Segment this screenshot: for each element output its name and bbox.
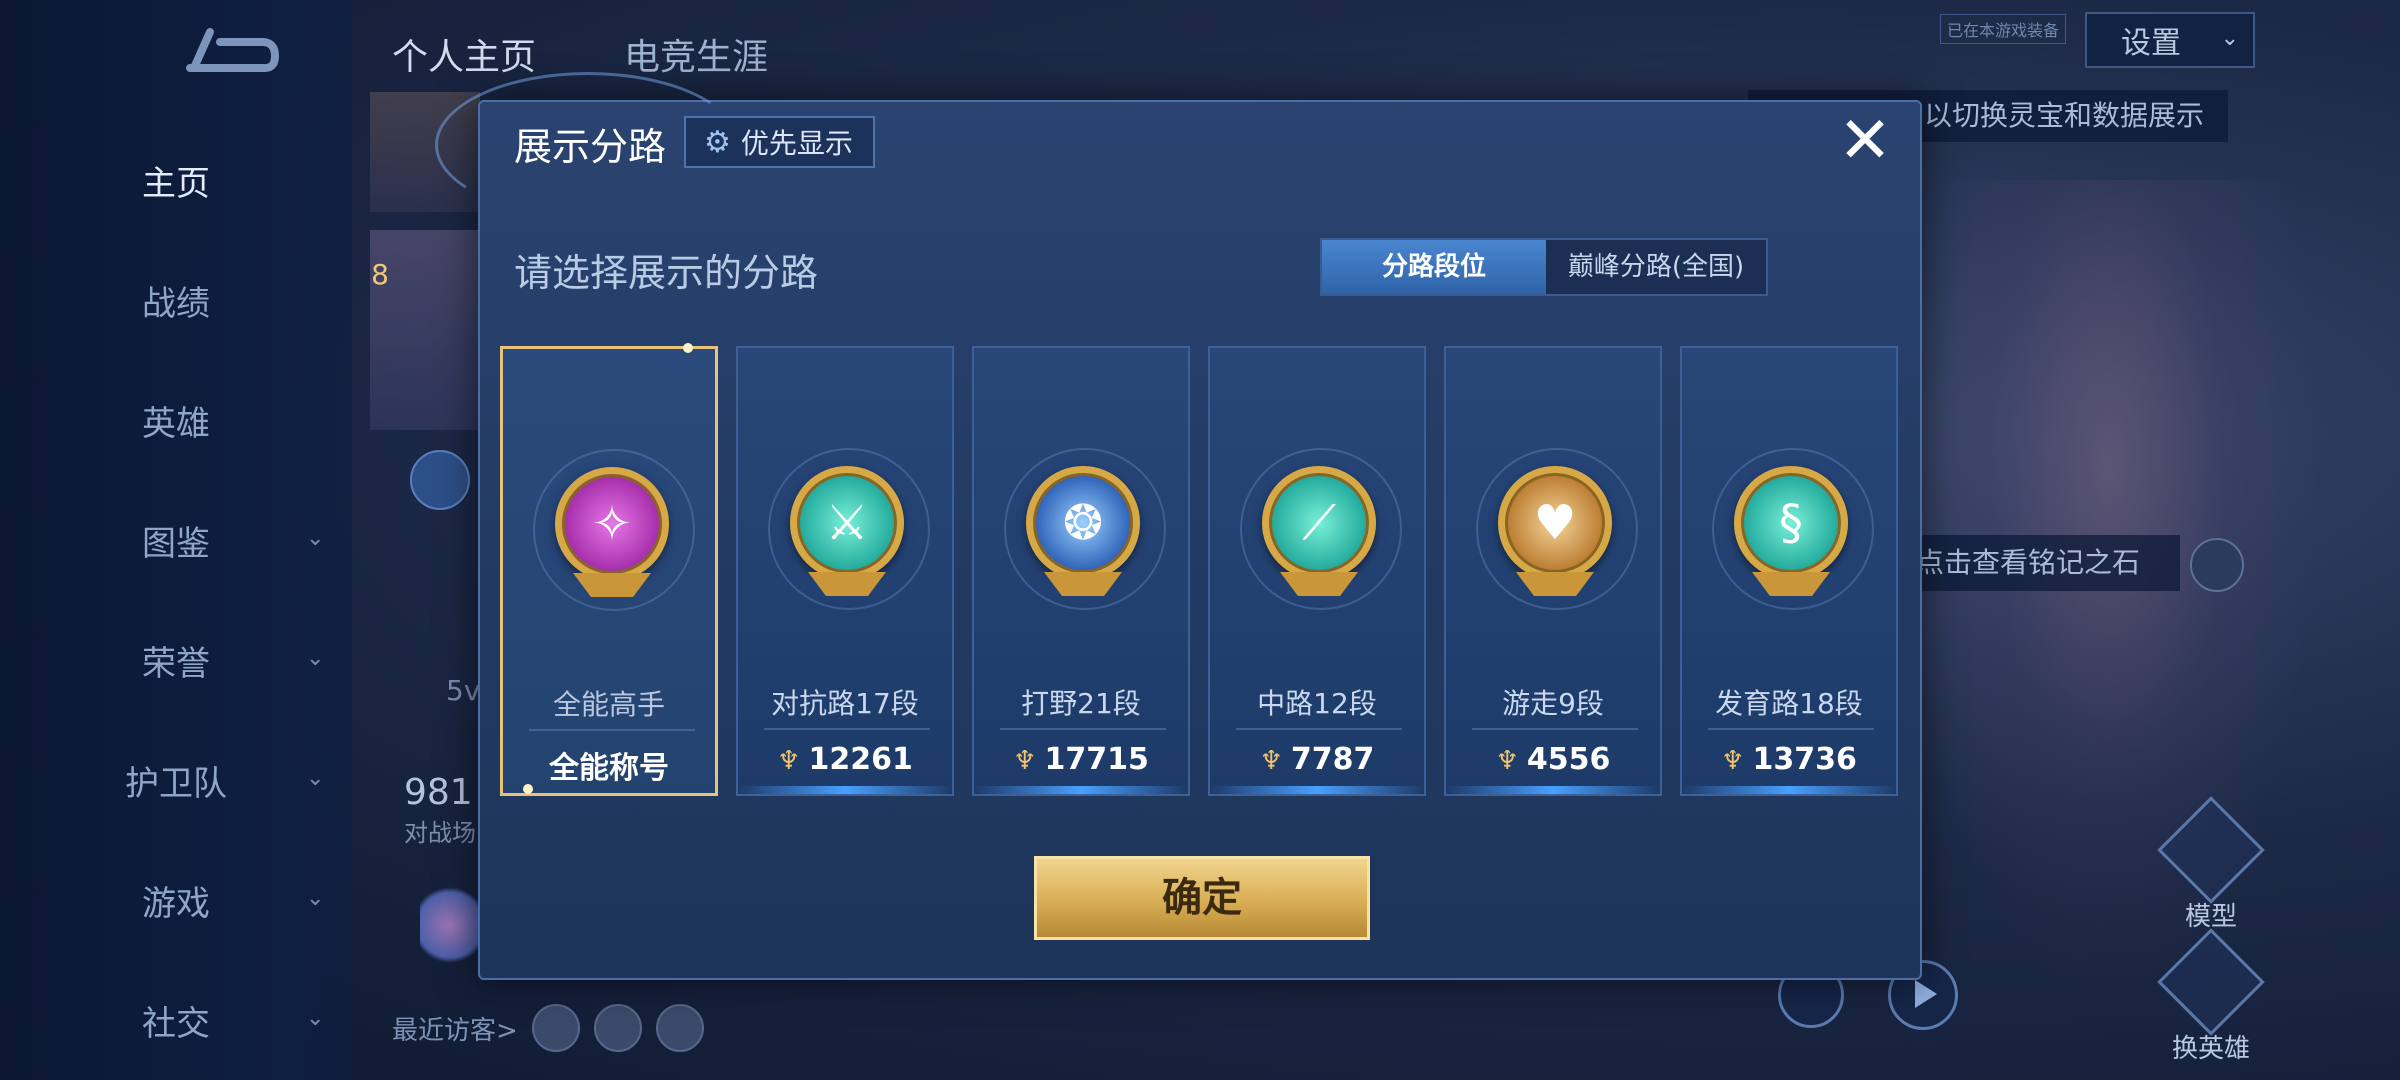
chevron-down-icon: ⌄ <box>306 766 325 791</box>
clash-lane-badge-icon: ⚔ <box>790 466 904 580</box>
level-badge: 8 <box>371 258 389 291</box>
mid-lane-badge-icon: ⟋ <box>1262 466 1376 580</box>
visitor-avatar[interactable] <box>655 1004 704 1052</box>
rank-points-icon: ♆ <box>1013 746 1037 776</box>
sidebar-item-guard[interactable]: 护卫队 ⌄ <box>0 750 352 810</box>
profile-tabs: 个人主页 电竞生涯 <box>392 28 768 80</box>
farm-lane-badge-icon: § <box>1734 466 1848 580</box>
change-hero-icon <box>2157 928 2265 1036</box>
dialog-subtitle: 请选择展示的分路 <box>514 251 819 295</box>
mascot-image <box>420 880 480 970</box>
lane-card-farm[interactable]: § 发育路18段 ♆ 13736 <box>1680 346 1898 796</box>
badge-base <box>1516 572 1594 598</box>
match-count: 981 对战场 <box>404 772 476 847</box>
gear-icon: ⚙ <box>704 124 731 160</box>
model-icon <box>2157 796 2265 904</box>
lane-points: 7787 <box>1290 742 1375 777</box>
tab-esports-career[interactable]: 电竞生涯 <box>624 28 768 80</box>
sidebar-item-home[interactable]: 主页 <box>0 150 352 210</box>
badge-base <box>1752 572 1830 598</box>
settings-button[interactable]: 设置 ⌄ <box>2085 12 2255 68</box>
chevron-down-icon: ⌄ <box>306 886 325 911</box>
card-glow <box>1210 786 1424 794</box>
lane-card-clash[interactable]: ⚔ 对抗路17段 ♆ 12261 <box>736 346 954 796</box>
chevron-down-icon: ⌄ <box>306 1006 325 1031</box>
sidebar-item-heroes[interactable]: 英雄 <box>0 390 352 450</box>
divider <box>1000 728 1166 730</box>
jungle-badge-icon: ❂ <box>1026 466 1140 580</box>
inscription-stone-icon[interactable] <box>2190 538 2244 592</box>
mode-text: 5v <box>446 674 481 707</box>
badge-base <box>808 572 886 598</box>
chevron-down-icon: ⌄ <box>2220 26 2239 51</box>
all-round-badge-icon: ✧ <box>555 467 669 581</box>
skill-icon[interactable] <box>410 450 470 510</box>
lane-display-dialog: 展示分路 ⚙ 优先显示 ✕ 请选择展示的分路 分路段位 巅峰分路(全国) ✧ 全… <box>435 72 1922 980</box>
profile-banner <box>370 92 480 212</box>
card-glow <box>1682 786 1896 794</box>
rank-type-toggle: 分路段位 巅峰分路(全国) <box>1320 238 1768 296</box>
lane-card-roam[interactable]: ♥ 游走9段 ♆ 4556 <box>1444 346 1662 796</box>
close-button[interactable]: ✕ <box>1834 109 1896 174</box>
roam-badge-icon: ♥ <box>1498 466 1612 580</box>
sidebar-item-games[interactable]: 游戏 ⌄ <box>0 870 352 930</box>
chevron-down-icon: ⌄ <box>306 526 325 551</box>
badge-base <box>1280 572 1358 598</box>
lane-points: 17715 <box>1044 742 1149 777</box>
tab-personal-home[interactable]: 个人主页 <box>392 28 536 80</box>
lane-title-value: 全能称号 <box>549 751 669 786</box>
visitor-avatar[interactable] <box>531 1004 580 1052</box>
equipped-badge: 已在本游戏装备 <box>1940 14 2067 44</box>
badge-base <box>573 573 651 599</box>
lane-points: 4556 <box>1526 742 1611 777</box>
lane-points: 12261 <box>808 742 913 777</box>
back-arrow-icon[interactable] <box>180 28 280 84</box>
divider <box>764 728 930 730</box>
divider <box>1708 728 1874 730</box>
divider <box>529 729 695 731</box>
divider <box>1472 728 1638 730</box>
card-glow <box>1446 786 1660 794</box>
lane-card-list: ✧ 全能高手 全能称号 ⚔ 对抗路17段 ♆ 12261 ❂ 打野21段 ♆ 177… <box>500 343 1900 796</box>
sidebar-item-honor[interactable]: 荣誉 ⌄ <box>0 630 352 690</box>
rank-points-icon: ♆ <box>1495 746 1519 776</box>
sidebar: 主页 战绩 英雄 图鉴 ⌄ 荣誉 ⌄ 护卫队 ⌄ 游戏 ⌄ 社交 ⌄ <box>0 0 352 1080</box>
sidebar-item-codex[interactable]: 图鉴 ⌄ <box>0 510 352 570</box>
lane-card-mid[interactable]: ⟋ 中路12段 ♆ 7787 <box>1208 346 1426 796</box>
model-button[interactable]: 模型 <box>2156 796 2266 933</box>
lane-card-all-round[interactable]: ✧ 全能高手 全能称号 <box>500 343 718 796</box>
card-glow <box>974 786 1188 794</box>
divider <box>1236 728 1402 730</box>
recent-visitors[interactable]: 最近访客> <box>392 1004 704 1052</box>
sidebar-item-social[interactable]: 社交 ⌄ <box>0 990 352 1050</box>
confirm-button[interactable]: 确定 <box>1034 856 1370 940</box>
tab-lane-rank[interactable]: 分路段位 <box>1322 240 1546 294</box>
visitor-avatar[interactable] <box>593 1004 642 1052</box>
card-glow <box>738 786 952 794</box>
tab-peak-lane[interactable]: 巅峰分路(全国) <box>1546 240 1766 294</box>
badge-base <box>1044 572 1122 598</box>
lane-card-jungle[interactable]: ❂ 打野21段 ♆ 17715 <box>972 346 1190 796</box>
rank-points-icon: ♆ <box>1721 746 1745 776</box>
selection-dot <box>683 343 693 353</box>
change-hero-button[interactable]: 换英雄 <box>2156 928 2266 1065</box>
rank-points-icon: ♆ <box>777 746 801 776</box>
rank-points-icon: ♆ <box>1259 746 1283 776</box>
dialog-title: 展示分路 <box>514 125 667 169</box>
lane-points: 13736 <box>1752 742 1857 777</box>
sidebar-item-records[interactable]: 战绩 <box>0 270 352 330</box>
chevron-down-icon: ⌄ <box>306 646 325 671</box>
priority-display-button[interactable]: ⚙ 优先显示 <box>684 116 875 168</box>
